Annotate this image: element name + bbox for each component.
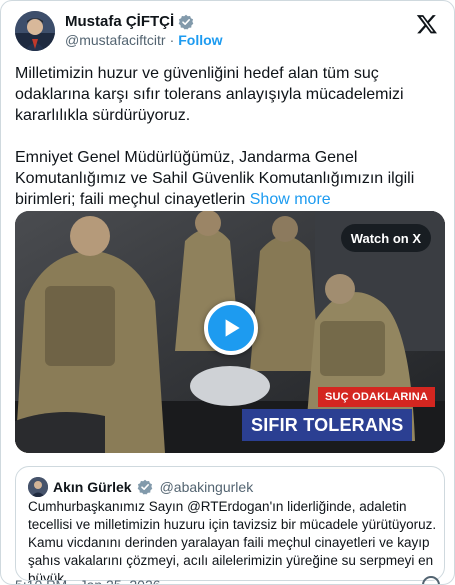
quoted-tweet-text: Cumhurbaşkanımız Sayın @RTErdogan'ın lid… xyxy=(28,499,437,581)
author-handle-row: @mustafaciftcitr · Follow xyxy=(65,32,223,48)
quoted-tweet-header: Akın Gürlek @abakingurlek xyxy=(28,477,253,497)
video-player[interactable]: Watch on X SUÇ ODAKLARINA SIFIR TOLERANS xyxy=(15,211,445,453)
author-name[interactable]: Mustafa ÇİFTÇİ xyxy=(65,13,174,30)
quoted-verified-badge-icon xyxy=(137,479,153,495)
show-more-link[interactable]: Show more xyxy=(250,191,331,208)
quoted-author-name: Akın Gürlek xyxy=(53,479,132,495)
tweet-card: Mustafa ÇİFTÇİ @mustafaciftcitr · Follow… xyxy=(0,0,455,585)
tweet-header: Mustafa ÇİFTÇİ @mustafaciftcitr · Follow xyxy=(15,11,440,51)
watch-on-x-button[interactable]: Watch on X xyxy=(340,224,431,252)
author-avatar[interactable] xyxy=(15,11,55,51)
play-icon xyxy=(225,319,240,337)
tweet-body: Milletimizin huzur ve güvenliğini hedef … xyxy=(15,65,415,208)
banner-sifir-tolerans: SIFIR TOLERANS xyxy=(242,409,413,441)
follow-button[interactable]: Follow xyxy=(178,32,222,48)
author-handle[interactable]: @mustafaciftcitr xyxy=(65,32,166,48)
banner-suc-odaklarina: SUÇ ODAKLARINA xyxy=(318,387,436,407)
play-button[interactable] xyxy=(204,301,258,355)
tweet-timestamp[interactable]: 5:10 PM · Jan 25, 2026 xyxy=(15,577,161,584)
tweet-text: Milletimizin huzur ve güvenliğini hedef … xyxy=(15,63,435,210)
verified-badge-icon xyxy=(178,14,194,30)
author-name-row: Mustafa ÇİFTÇİ xyxy=(65,13,194,30)
quoted-author-avatar xyxy=(28,477,48,497)
separator-dot: · xyxy=(169,32,175,48)
quoted-tweet[interactable]: Akın Gürlek @abakingurlek Cumhurbaşkanım… xyxy=(15,466,445,581)
x-logo-icon[interactable] xyxy=(416,13,438,35)
quoted-author-handle: @abakingurlek xyxy=(159,479,254,495)
